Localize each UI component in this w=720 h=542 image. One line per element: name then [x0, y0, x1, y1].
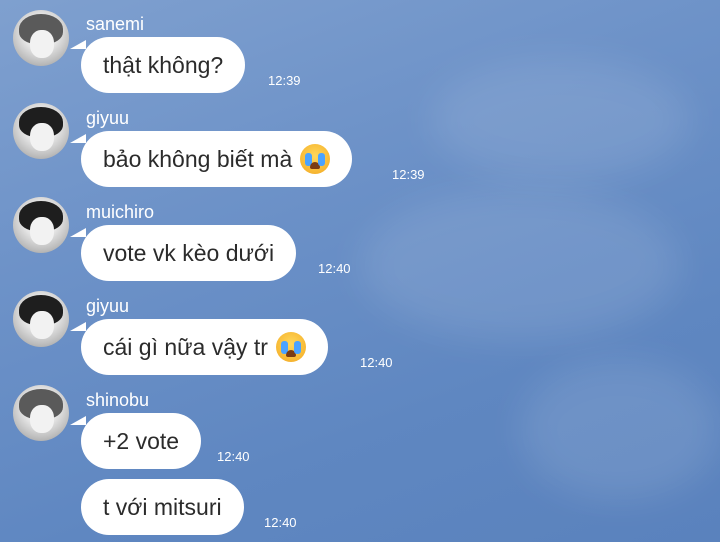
bubble-tail	[70, 134, 86, 143]
sender-name: sanemi	[86, 14, 145, 34]
message-time: 12:40	[264, 515, 297, 530]
message-text: t với mitsuri	[103, 494, 222, 520]
loudly-crying-face-emoji	[300, 143, 331, 174]
message-bubble[interactable]: t với mitsuri	[81, 479, 244, 535]
background-cloud	[360, 190, 680, 340]
avatar[interactable]	[13, 385, 69, 441]
message-text: +2 vote	[103, 428, 180, 454]
message-bubble[interactable]: thật không?	[81, 37, 246, 93]
message-bubble[interactable]: vote vk kèo dưới	[81, 225, 297, 281]
message-time: 12:40	[318, 261, 351, 276]
message-bubble[interactable]: bảo không biết mà	[81, 131, 353, 187]
loudly-crying-face-emoji	[275, 331, 306, 362]
message-text: vote vk kèo dưới	[103, 240, 275, 266]
message-bubble[interactable]: +2 vote	[81, 413, 202, 469]
bubble-tail	[70, 322, 86, 331]
message-time: 12:39	[268, 73, 301, 88]
avatar[interactable]	[13, 197, 69, 253]
bubble-tail	[70, 228, 86, 237]
sender-name: shinobu	[86, 390, 150, 410]
background-cloud	[430, 60, 690, 180]
bubble-tail	[70, 416, 86, 425]
avatar[interactable]	[13, 103, 69, 159]
message-time: 12:40	[360, 355, 393, 370]
sender-name: muichiro	[86, 202, 155, 222]
message-bubble[interactable]: cái gì nữa vậy tr	[81, 319, 328, 375]
message-time: 12:40	[217, 449, 250, 464]
message-text: cái gì nữa vậy tr	[103, 334, 268, 360]
background-cloud	[520, 360, 720, 500]
avatar[interactable]	[13, 291, 69, 347]
message-text: thật không?	[103, 52, 224, 78]
sender-name: giyuu	[86, 296, 130, 316]
sender-name: giyuu	[86, 108, 130, 128]
message-text: bảo không biết mà	[103, 146, 293, 172]
bubble-tail	[70, 40, 86, 49]
message-time: 12:39	[392, 167, 425, 182]
avatar[interactable]	[13, 10, 69, 66]
